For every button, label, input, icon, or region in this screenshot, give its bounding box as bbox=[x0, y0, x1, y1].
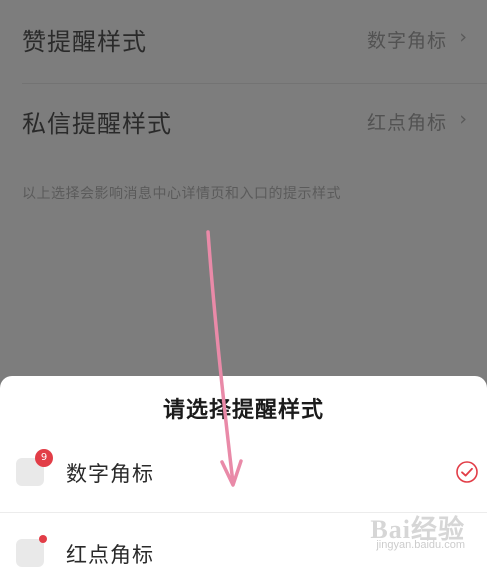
like-reminder-style-row[interactable]: 赞提醒样式 数字角标 › bbox=[0, 0, 487, 84]
option-number-badge[interactable]: 9 数字角标 bbox=[0, 436, 487, 506]
chevron-right-icon: › bbox=[459, 26, 467, 48]
message-reminder-style-row[interactable]: 私信提醒样式 红点角标 › bbox=[0, 82, 487, 166]
red-dot-badge-icon bbox=[16, 535, 47, 567]
settings-footnote: 以上选择会影响消息中心详情页和入口的提示样式 bbox=[22, 186, 341, 202]
number-badge: 9 bbox=[35, 449, 53, 467]
message-reminder-style-value: 红点角标 bbox=[366, 112, 447, 134]
like-reminder-style-value: 数字角标 bbox=[366, 30, 447, 52]
option-red-dot-badge-label: 红点角标 bbox=[66, 543, 154, 567]
option-number-badge-label: 数字角标 bbox=[66, 462, 154, 486]
watermark-url: jingyan.baidu.com bbox=[376, 539, 465, 551]
baidu-jingyan-watermark: Bai经验 jingyan.baidu.com bbox=[355, 509, 465, 555]
notification-settings-list: 赞提醒样式 数字角标 › 私信提醒样式 红点角标 › 以上选择会影响消息中心详情… bbox=[0, 0, 487, 379]
red-dot bbox=[39, 535, 47, 543]
like-reminder-style-label: 赞提醒样式 bbox=[22, 28, 147, 56]
message-reminder-style-label: 私信提醒样式 bbox=[22, 110, 172, 138]
check-circle-icon bbox=[456, 461, 478, 483]
number-badge-icon: 9 bbox=[16, 449, 53, 486]
sheet-title: 请选择提醒样式 bbox=[162, 398, 324, 423]
chevron-right-icon: › bbox=[459, 108, 467, 130]
